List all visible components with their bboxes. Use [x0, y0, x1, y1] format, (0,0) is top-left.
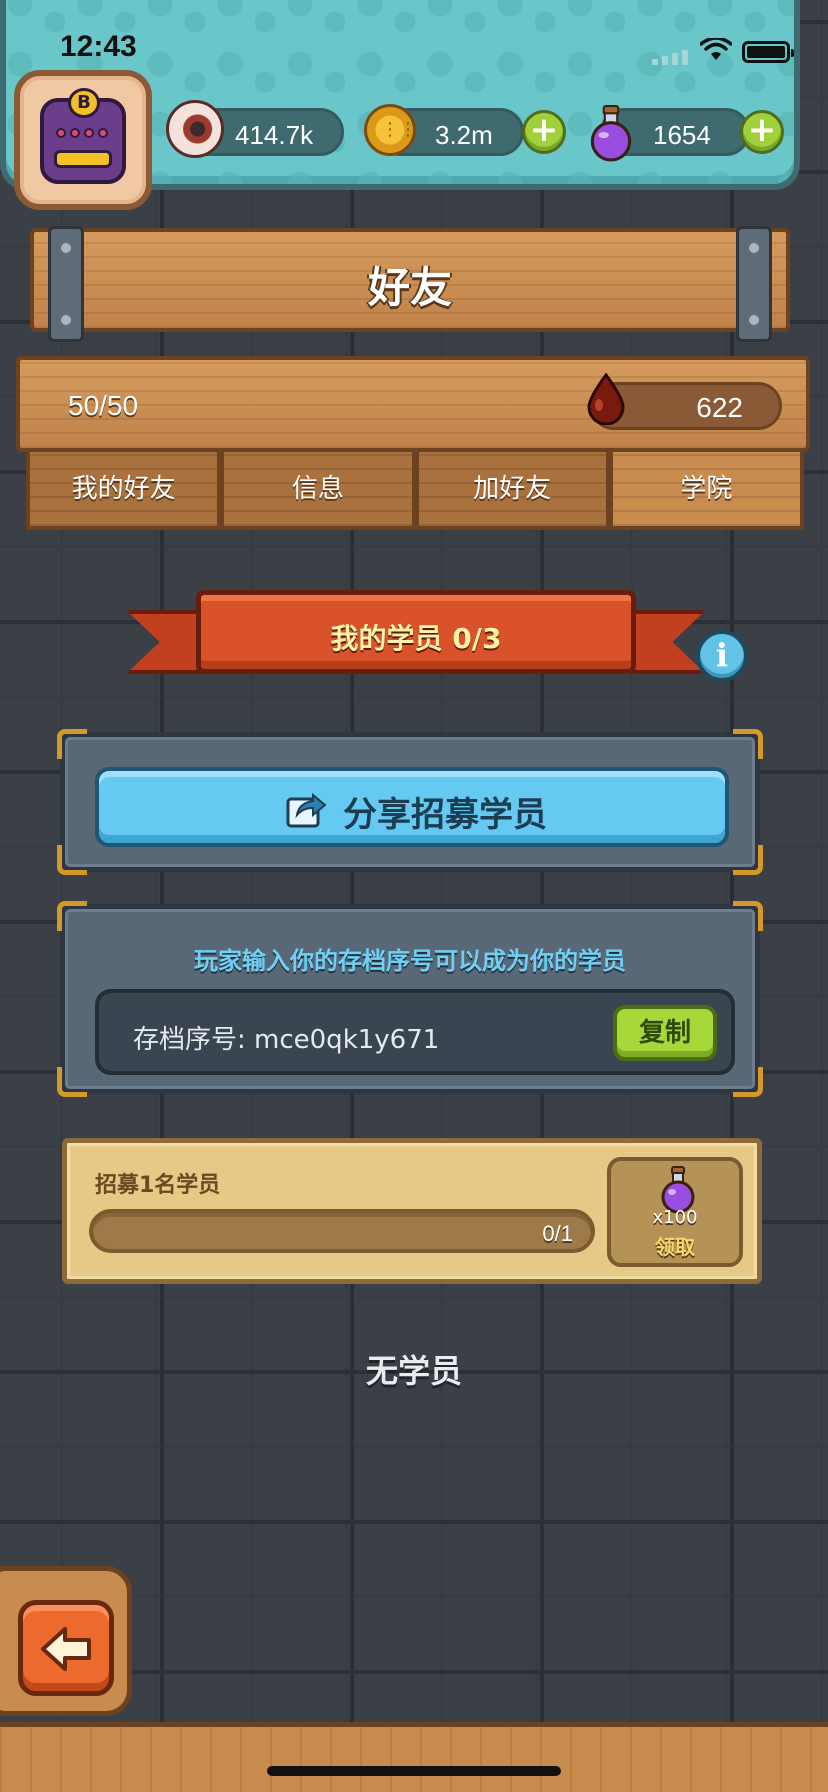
coins-value: 3.2m — [435, 120, 493, 150]
tab-add-friend[interactable]: 加好友 — [415, 452, 610, 530]
eyes-value: 414.7k — [235, 120, 314, 150]
blood-drop-icon — [587, 373, 625, 425]
save-code-text: 存档序号: mce0qk1y671 — [133, 1025, 440, 1055]
info-button[interactable]: i — [696, 630, 748, 682]
avatar-icon: B — [40, 88, 126, 184]
share-panel: 分享招募学员 — [57, 729, 763, 875]
claim-label: 领取 — [655, 1235, 695, 1259]
students-banner: 我的学员 0/3 — [126, 582, 706, 700]
claim-reward-button[interactable]: x100 领取 — [607, 1157, 743, 1267]
friends-info-plank: 50/50 622 — [16, 356, 810, 452]
potion-icon — [590, 105, 632, 162]
page-title: 好友 — [367, 263, 452, 312]
save-code-hint: 玩家输入你的存档序号可以成为你的学员 — [194, 947, 626, 975]
battery-icon — [742, 41, 794, 63]
tab-academy[interactable]: 学院 — [609, 452, 804, 530]
friends-tabs: 我的好友 信息 加好友 学院 — [26, 452, 804, 530]
no-students-text: 无学员 — [365, 1352, 462, 1390]
task-title: 招募1名学员 — [95, 1173, 221, 1198]
save-code-box: 存档序号: mce0qk1y671 复制 — [95, 989, 735, 1075]
friend-count: 50/50 — [68, 390, 139, 421]
home-indicator — [267, 1766, 561, 1776]
task-progress-bar: 0/1 — [89, 1209, 595, 1253]
coin-icon — [364, 104, 417, 156]
save-code-panel: 玩家输入你的存档序号可以成为你的学员 存档序号: mce0qk1y671 复制 — [57, 901, 763, 1097]
avatar[interactable]: B — [14, 70, 152, 210]
share-recruit-label: 分享招募学员 — [343, 795, 547, 835]
reward-quantity: x100 — [652, 1207, 698, 1228]
wifi-icon — [700, 38, 732, 60]
back-button[interactable] — [18, 1600, 114, 1696]
blood-counter: 622 — [587, 373, 782, 430]
task-progress-text: 0/1 — [542, 1221, 573, 1246]
back-arrow-icon — [41, 1627, 91, 1671]
share-icon — [286, 792, 327, 828]
floor-plank — [0, 1722, 828, 1792]
add-coins-button[interactable]: + — [522, 110, 566, 154]
eye-icon — [166, 100, 224, 158]
potions-value: 1654 — [653, 120, 711, 150]
students-banner-text: 我的学员 0/3 — [330, 622, 502, 655]
share-recruit-button[interactable]: 分享招募学员 — [95, 767, 729, 847]
status-time: 12:43 — [60, 30, 137, 63]
tab-messages[interactable]: 信息 — [221, 452, 416, 530]
blood-value: 622 — [696, 392, 743, 423]
title-plank: 好友 — [30, 226, 790, 342]
signal-icon — [652, 50, 688, 65]
copy-button[interactable]: 复制 — [613, 1005, 717, 1061]
add-potions-button[interactable]: + — [740, 110, 784, 154]
tab-my-friends[interactable]: 我的好友 — [26, 452, 222, 530]
recruit-task-card: 招募1名学员 0/1 x100 领取 — [62, 1138, 762, 1284]
info-icon: i — [715, 636, 729, 674]
